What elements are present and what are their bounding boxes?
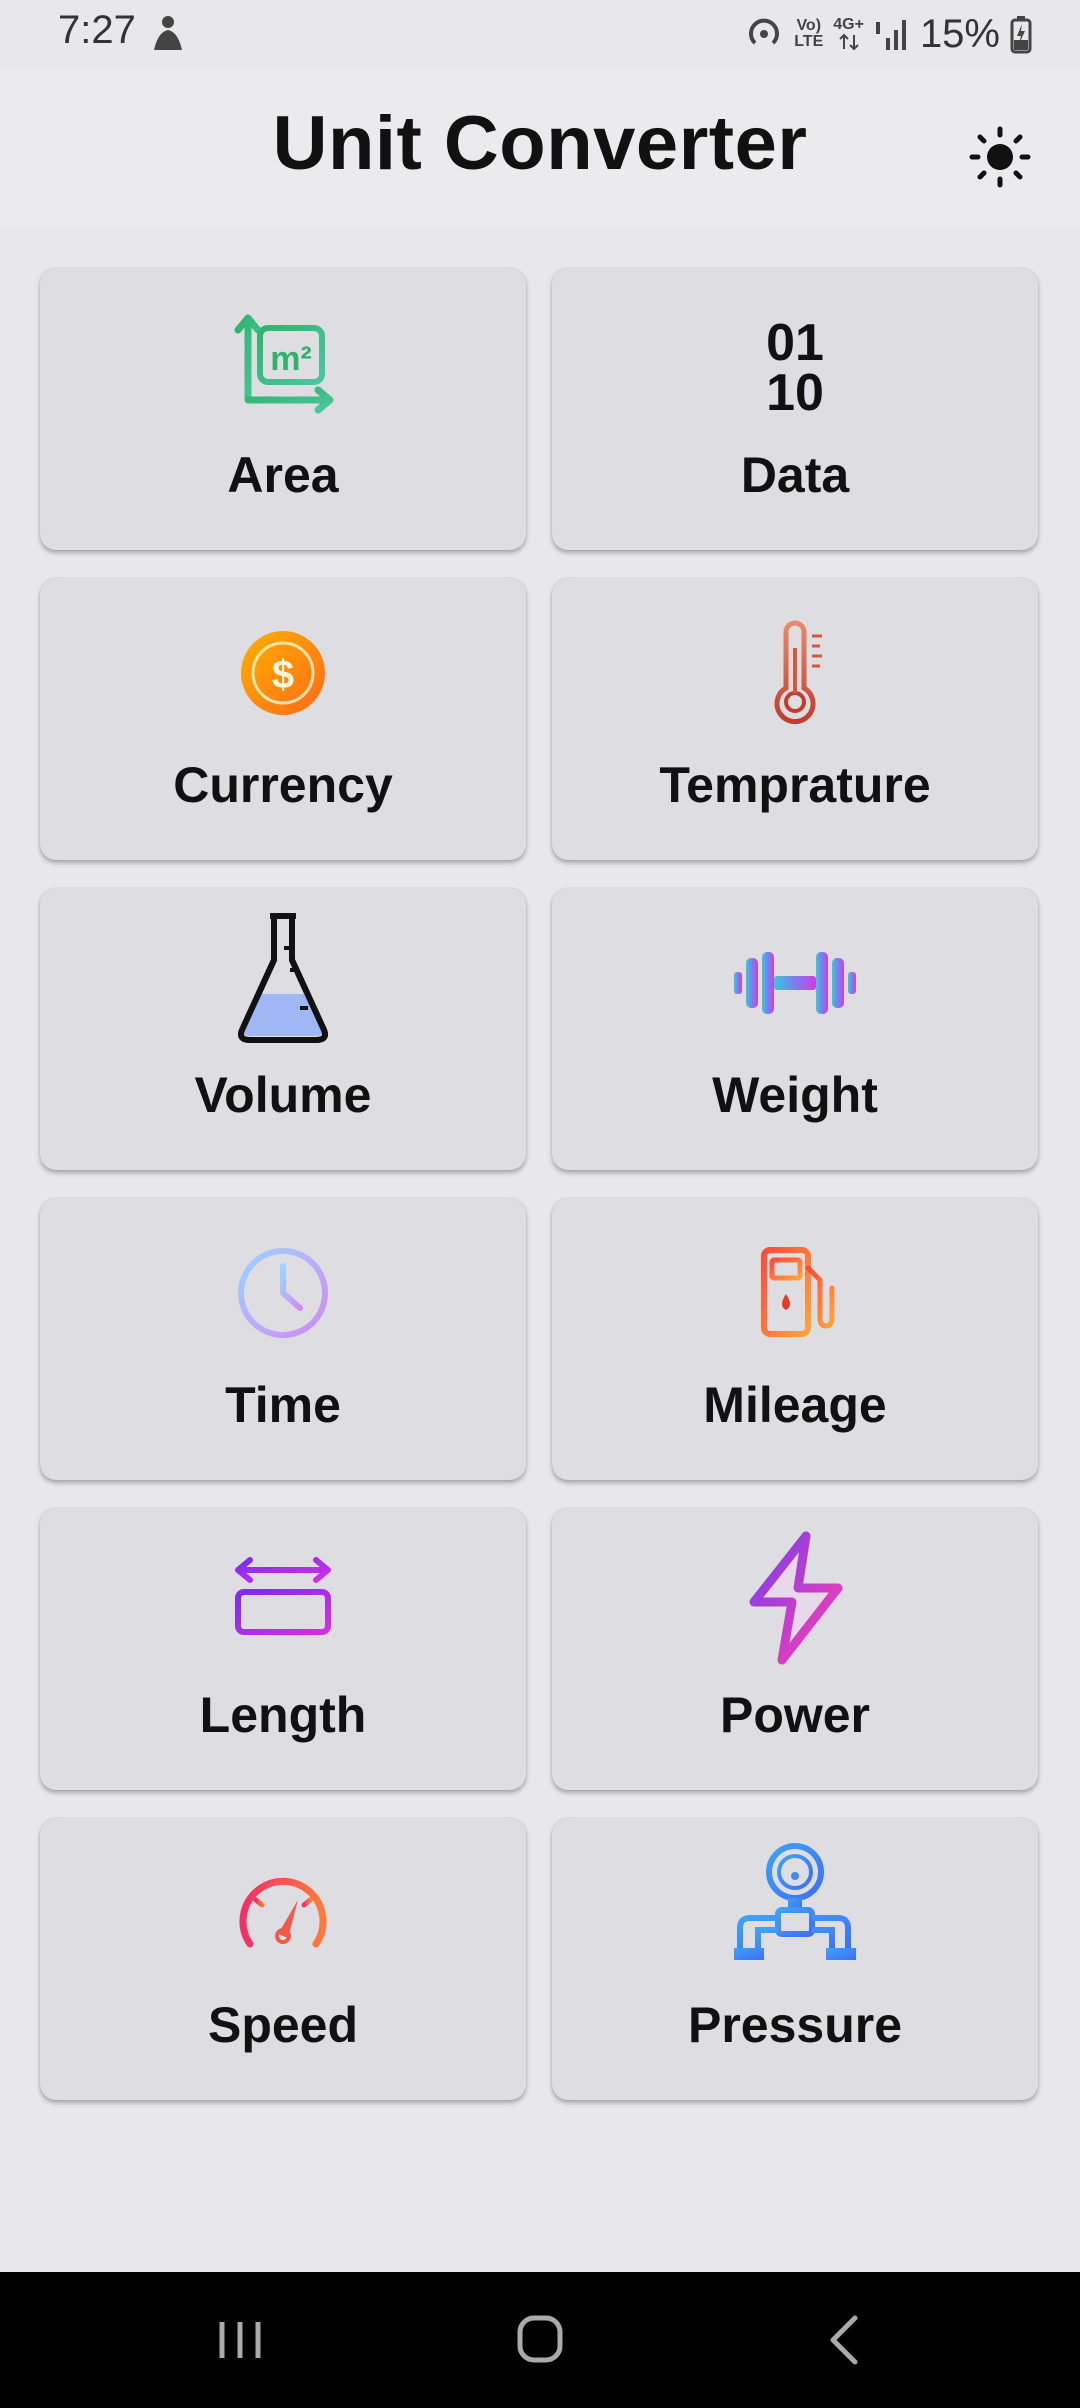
category-card-time[interactable]: Time xyxy=(40,1198,526,1480)
category-label: Area xyxy=(227,447,339,503)
category-card-mileage[interactable]: Mileage xyxy=(552,1198,1038,1480)
category-label: Length xyxy=(199,1687,367,1743)
back-icon[interactable] xyxy=(805,2308,885,2372)
category-card-length[interactable]: Length xyxy=(40,1508,526,1790)
fuel-pump-icon xyxy=(761,1247,835,1337)
network-type: 4G+ xyxy=(833,17,864,51)
category-label: Mileage xyxy=(703,1377,887,1433)
category-label: Power xyxy=(719,1687,871,1743)
currency-coin-icon: $ xyxy=(241,631,325,715)
category-card-weight[interactable]: Weight xyxy=(552,888,1038,1170)
status-time: 7:27 xyxy=(58,8,136,52)
data-binary-icon: 01 10 xyxy=(766,314,824,418)
category-label: Data xyxy=(740,447,850,503)
flask-icon xyxy=(238,913,328,1043)
category-label: Speed xyxy=(207,1997,359,2053)
category-card-temperature[interactable]: Temprature xyxy=(552,578,1038,860)
category-label: Currency xyxy=(173,757,393,813)
battery-charging-icon xyxy=(1010,16,1032,54)
area-icon: m² xyxy=(234,314,334,414)
data-arrows-icon xyxy=(838,33,859,51)
category-card-power[interactable]: Power xyxy=(552,1508,1038,1790)
signal-icon xyxy=(875,20,906,50)
theme-toggle-sun-icon[interactable] xyxy=(968,125,1032,189)
svg-text:$: $ xyxy=(272,653,294,697)
speedometer-icon xyxy=(239,1877,327,1948)
category-label: Temprature xyxy=(659,757,931,813)
category-card-area[interactable]: m² Area xyxy=(40,268,526,550)
battery-percent: 15% xyxy=(919,11,1000,56)
category-label: Pressure xyxy=(687,1997,903,2053)
notification-person-icon xyxy=(154,16,182,50)
category-card-speed[interactable]: Speed xyxy=(40,1818,526,2100)
dumbbell-icon xyxy=(734,952,856,1014)
thermometer-icon xyxy=(774,620,822,725)
category-label: Weight xyxy=(712,1067,878,1123)
category-label: Time xyxy=(225,1377,341,1433)
status-icons: Vo) LTE 4G+ 15% xyxy=(744,6,1032,62)
volte-indicator: Vo) LTE xyxy=(794,17,824,50)
hotspot-icon xyxy=(749,18,780,45)
lightning-icon xyxy=(749,1531,843,1665)
status-bar: 7:27 Vo) LTE 4G+ 15% xyxy=(0,0,1080,70)
pressure-gauge-icon xyxy=(734,1843,856,1960)
app-header: Unit Converter xyxy=(0,70,1080,226)
svg-text:m²: m² xyxy=(270,340,312,378)
clock-icon xyxy=(238,1248,328,1338)
ruler-icon xyxy=(235,1557,331,1635)
category-card-pressure[interactable]: Pressure xyxy=(552,1818,1038,2100)
system-navigation-bar xyxy=(0,2272,1080,2408)
category-card-currency[interactable]: $ Currency xyxy=(40,578,526,860)
category-card-data[interactable]: 01 10 Data xyxy=(552,268,1038,550)
category-card-volume[interactable]: Volume xyxy=(40,888,526,1170)
recent-apps-icon[interactable] xyxy=(200,2308,280,2372)
category-label: Volume xyxy=(194,1067,372,1123)
page-title: Unit Converter xyxy=(272,101,808,186)
home-icon[interactable] xyxy=(500,2308,580,2372)
svg-text:10: 10 xyxy=(766,364,824,418)
